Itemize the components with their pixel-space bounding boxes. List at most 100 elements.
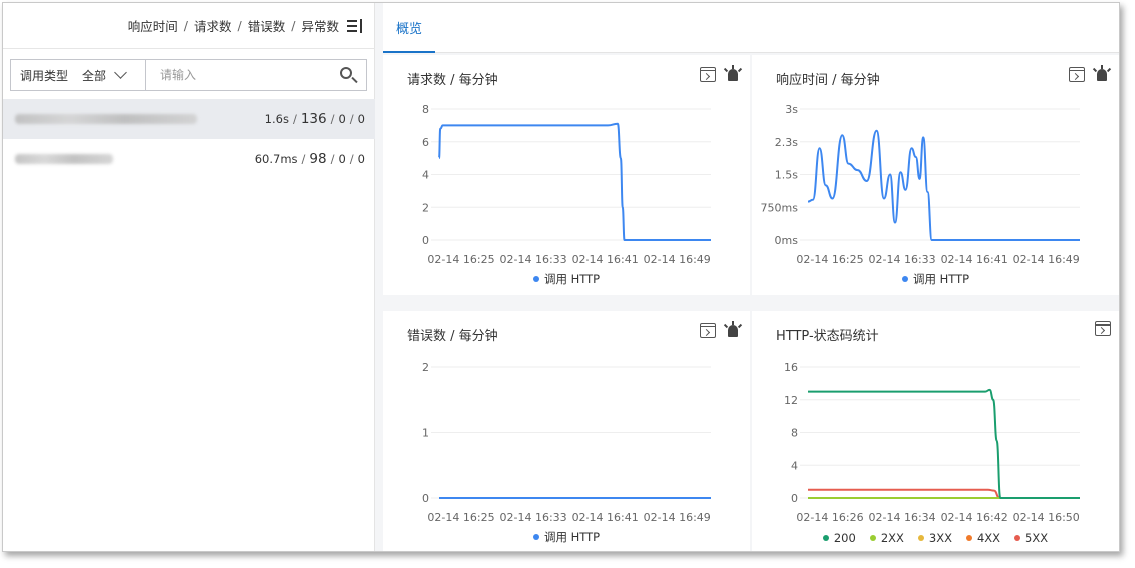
- x-tick-label: 02-14 16:50: [1013, 511, 1080, 524]
- tab-overview[interactable]: 概览: [383, 3, 435, 53]
- y-tick-label: 0: [791, 492, 798, 505]
- call-type-value: 全部: [82, 68, 107, 83]
- chevron-down-icon: [114, 66, 127, 79]
- x-tick-label: 02-14 16:33: [868, 253, 935, 266]
- y-tick-label: 8: [791, 427, 798, 440]
- chart-legend: 调用 HTTP: [383, 529, 750, 545]
- service-list-item[interactable]: 1.6s/136/0/0: [3, 99, 375, 139]
- chart-title: 响应时间 / 每分钟: [776, 73, 880, 88]
- separator: /: [237, 18, 242, 33]
- legend-label: 3XX: [928, 531, 952, 545]
- series-line-调用-HTTP: [438, 122, 711, 242]
- legend-item[interactable]: 调用 HTTP: [532, 529, 601, 545]
- sort-bar: 响应时间 / 请求数 / 错误数 / 异常数: [3, 3, 375, 49]
- y-tick-label: 6: [422, 136, 429, 149]
- requests-chart: 0 2 4 6 8 02-14 16:25 02-14 16:33 02-14 16:41 02…: [422, 103, 711, 266]
- redacted-service-name: [15, 154, 113, 164]
- tab-bar: 概览: [383, 3, 1119, 53]
- legend-dot: [532, 276, 539, 282]
- search-icon[interactable]: [334, 60, 366, 90]
- series-line-200: [808, 388, 1081, 499]
- legend-item[interactable]: 200: [822, 531, 856, 545]
- y-tick-label: 0ms: [775, 234, 799, 247]
- series-line-5XX: [808, 488, 1081, 499]
- service-list-item[interactable]: 60.7ms/98/0/0: [3, 139, 375, 179]
- service-exceptions: 0: [357, 112, 365, 126]
- sort-by-requests[interactable]: 请求数: [194, 16, 232, 35]
- legend-dot: [822, 535, 829, 541]
- chart-actions: [700, 321, 743, 339]
- legend-item[interactable]: 2XX: [869, 531, 904, 545]
- legend-label: 调用 HTTP: [543, 530, 601, 544]
- terminal-icon[interactable]: [700, 66, 716, 82]
- series-line-调用-HTTP: [807, 129, 1080, 242]
- service-rt: 60.7ms: [254, 152, 298, 166]
- alarm-icon[interactable]: [723, 65, 743, 83]
- chart-title: 请求数 / 每分钟: [407, 73, 498, 88]
- service-requests: 136: [300, 111, 327, 127]
- x-tick-label: 02-14 16:49: [644, 253, 711, 266]
- y-tick-label: 0: [422, 234, 429, 247]
- chart-card-response-time: 响应时间 / 每分钟 0ms 750ms 1.5s 2.3s 3s 02-14 16:25…: [752, 55, 1119, 295]
- alarm-icon[interactable]: [1092, 65, 1112, 83]
- separator: /: [291, 18, 296, 33]
- y-tick-label: 8: [422, 103, 429, 116]
- legend-item[interactable]: 调用 HTTP: [532, 271, 601, 287]
- service-errors: 0: [338, 152, 346, 166]
- sort-by-response-time[interactable]: 响应时间: [128, 16, 178, 35]
- call-type-select[interactable]: 调用类型 全部: [11, 60, 146, 90]
- x-tick-label: 02-14 16:26: [796, 511, 863, 524]
- chart-title: 错误数 / 每分钟: [407, 329, 498, 344]
- y-tick-label: 4: [791, 459, 798, 472]
- service-requests: 98: [309, 151, 327, 167]
- legend-dot: [869, 535, 876, 541]
- errors-chart: 0 1 2 02-14 16:25 02-14 16:33 02-14 16:41 02-1…: [422, 361, 711, 524]
- legend-item[interactable]: 4XX: [965, 531, 1000, 545]
- service-errors: 0: [338, 112, 346, 126]
- x-tick-label: 02-14 16:25: [427, 253, 494, 266]
- redacted-service-name: [15, 114, 197, 124]
- search-input[interactable]: [146, 60, 334, 90]
- chart-card-errors: 错误数 / 每分钟 0 1 2 02-14 16:25 02-14 16:33 02-14…: [383, 311, 750, 551]
- y-tick-label: 3s: [785, 103, 798, 116]
- app-window: 响应时间 / 请求数 / 错误数 / 异常数 调用类型 全部 1.6s/136/…: [2, 2, 1120, 552]
- x-tick-label: 02-14 16:41: [572, 253, 639, 266]
- terminal-icon[interactable]: [700, 322, 716, 338]
- legend-label: 调用 HTTP: [912, 272, 970, 286]
- x-tick-label: 02-14 16:41: [941, 253, 1008, 266]
- sort-by-exceptions[interactable]: 异常数: [301, 16, 339, 35]
- x-tick-label: 02-14 16:33: [499, 253, 566, 266]
- legend-dot: [901, 276, 908, 282]
- legend-item[interactable]: 3XX: [917, 531, 952, 545]
- y-tick-label: 12: [784, 394, 798, 407]
- legend-label: 调用 HTTP: [543, 272, 601, 286]
- call-type-label: 调用类型: [20, 68, 69, 83]
- legend-dot: [917, 535, 924, 541]
- service-list-panel: 响应时间 / 请求数 / 错误数 / 异常数 调用类型 全部 1.6s/136/…: [3, 3, 375, 551]
- y-tick-label: 1: [422, 427, 429, 440]
- chart-actions: [1095, 321, 1111, 336]
- y-tick-label: 2: [422, 361, 429, 374]
- status-codes-chart: 0 4 8 12 16 02-14 16:26 02-14 16:34 02-14 16:42…: [784, 361, 1081, 524]
- x-tick-label: 02-14 16:33: [499, 511, 566, 524]
- legend-label: 5XX: [1025, 531, 1049, 545]
- chart-actions: [1069, 65, 1112, 83]
- service-stats: 60.7ms/98/0/0: [254, 151, 365, 167]
- chart-title: HTTP-状态码统计: [776, 329, 879, 344]
- x-tick-label: 02-14 16:34: [868, 511, 935, 524]
- legend-dot: [1014, 535, 1021, 541]
- sort-by-errors[interactable]: 错误数: [248, 16, 286, 35]
- legend-item[interactable]: 5XX: [1014, 531, 1048, 545]
- terminal-icon[interactable]: [1069, 66, 1085, 82]
- x-tick-label: 02-14 16:25: [427, 511, 494, 524]
- terminal-icon[interactable]: [1095, 321, 1111, 336]
- service-exceptions: 0: [357, 152, 365, 166]
- x-tick-label: 02-14 16:42: [941, 511, 1008, 524]
- chart-actions: [700, 65, 743, 83]
- chart-legend: 调用 HTTP: [752, 271, 1119, 287]
- alarm-icon[interactable]: [723, 321, 743, 339]
- y-tick-label: 4: [422, 169, 429, 182]
- legend-item[interactable]: 调用 HTTP: [901, 271, 970, 287]
- response-time-chart: 0ms 750ms 1.5s 2.3s 3s 02-14 16:25 02-14 16:33…: [761, 103, 1080, 266]
- sort-order-icon[interactable]: [347, 18, 363, 33]
